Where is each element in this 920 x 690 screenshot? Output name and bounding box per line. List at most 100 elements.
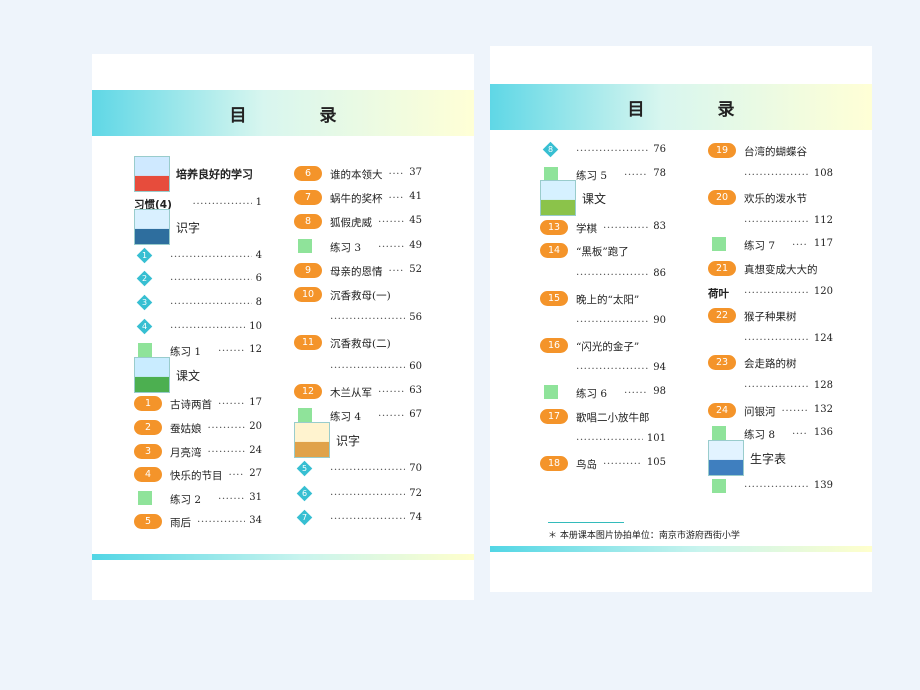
- toc-entry[interactable]: ·················· 128: [708, 377, 833, 397]
- page-number: 105: [646, 456, 666, 468]
- toc-entry-title: 台湾的蝴蝶谷: [744, 146, 807, 158]
- toc-entry[interactable]: 22 猴子种果树: [708, 306, 833, 326]
- leader-dots: ····················: [330, 512, 405, 525]
- page-number: 20: [249, 421, 262, 432]
- footnote-rule: [548, 522, 624, 523]
- toc-entry[interactable]: 5 雨后 ············· 34: [134, 512, 262, 532]
- toc-entry[interactable]: 练习 7 ···· 117: [708, 235, 833, 255]
- toc-entry[interactable]: 2 蚕姑娘 ·········· 20: [134, 418, 262, 438]
- toc-section-heading: 生字表: [750, 451, 787, 466]
- toc-entry-title: 木兰从军: [330, 386, 372, 399]
- toc-entry[interactable]: 8 狐假虎威 ······· 45: [294, 212, 422, 232]
- toc-section-heading: 课文: [176, 368, 201, 383]
- toc-entry[interactable]: 6 谁的本领大 ···· 37: [294, 164, 422, 184]
- literacy-diamond-badge: 3: [136, 294, 153, 311]
- toc-entry[interactable]: 21 真想变成大大的: [708, 259, 833, 279]
- literacy-number: 4: [141, 321, 148, 331]
- leader-dots: ·······: [781, 404, 809, 417]
- lesson-number-badge: 19: [708, 143, 736, 158]
- page-number: 70: [409, 463, 422, 475]
- literacy-number: 8: [547, 145, 554, 154]
- toc-entry[interactable]: 16 “闪光的金子”: [540, 336, 666, 356]
- toc-entry[interactable]: 17 歌唱二小放牛郎: [540, 407, 666, 427]
- toc-entry[interactable]: 10 沉香救母(一): [294, 285, 422, 305]
- toc-section-heading: 课文: [582, 192, 607, 207]
- toc-entry[interactable]: 20 欢乐的泼水节: [708, 188, 833, 208]
- lesson-number-badge: 15: [540, 290, 568, 306]
- leader-dots: ··················: [744, 333, 810, 346]
- toc-entry[interactable]: 荷叶 ·················· 120: [708, 283, 833, 303]
- toc-entry[interactable]: 3 ······················ 8: [134, 294, 262, 314]
- toc-entry[interactable]: 3 月亮湾 ·········· 24: [134, 442, 262, 462]
- toc-entry[interactable]: 9 母亲的恩情 ···· 52: [294, 261, 422, 281]
- lesson-number-badge: 16: [540, 337, 568, 353]
- toc-entry[interactable]: ·················· 139: [708, 477, 833, 497]
- leader-dots: ······················: [170, 298, 252, 310]
- toc-entry[interactable]: 6 ···················· 72: [294, 485, 422, 505]
- toc-entry[interactable]: ·················· 101: [540, 430, 666, 450]
- toc-entry[interactable]: 练习 6 ······ 98: [540, 383, 666, 403]
- toc-entry-title: 练习 6: [576, 388, 608, 400]
- toc-entry[interactable]: 4 ···················· 10: [134, 318, 262, 338]
- toc-entry[interactable]: 7 蜗牛的奖杯 ···· 41: [294, 188, 422, 208]
- toc-entry[interactable]: ·················· 124: [708, 330, 833, 350]
- leader-dots: ··················: [744, 168, 810, 181]
- toc-entry[interactable]: 练习 2 ······· 31: [134, 489, 262, 509]
- page-number: 112: [813, 214, 833, 226]
- toc-entry[interactable]: 24 问银河 ······· 132: [708, 401, 833, 421]
- toc-entry[interactable]: ···················· 60: [294, 358, 422, 378]
- toc-entry[interactable]: 12 木兰从军 ······· 63: [294, 382, 422, 402]
- leader-dots: ··················: [744, 286, 810, 299]
- toc-entry[interactable]: 4 快乐的节目 ···· 27: [134, 465, 262, 485]
- exercise-square-icon: [138, 343, 152, 358]
- toc-entry[interactable]: ···················· 94: [540, 359, 666, 379]
- toc-entry[interactable]: ···················· 56: [294, 309, 422, 329]
- leader-dots: ····················: [330, 464, 405, 477]
- toc-entry[interactable]: 1 ······················ 4: [134, 247, 262, 267]
- toc-entry[interactable]: 1 古诗两首 ······· 17: [134, 394, 262, 414]
- literacy-number: 6: [301, 488, 308, 498]
- toc-entry[interactable]: 8 ···················· 76: [540, 141, 666, 161]
- toc-entry-title: 练习 1: [170, 346, 202, 359]
- toc-entry[interactable]: ·················· 108: [708, 165, 833, 185]
- toc-entry[interactable]: 2 ······················ 6: [134, 270, 262, 290]
- exercise-square-icon: [712, 426, 726, 441]
- toc-entry[interactable]: 23 会走路的树: [708, 353, 833, 373]
- toc-entry[interactable]: 15 晚上的“太阳”: [540, 289, 666, 309]
- page-number: 76: [653, 144, 666, 155]
- page-number: 60: [409, 360, 422, 372]
- toc-entry[interactable]: 练习 3 ······· 49: [294, 237, 422, 257]
- right-page: 目 录 8 ···················· 76 练习 5 ······ 78 课…: [490, 46, 872, 592]
- leader-dots: ··········: [207, 445, 246, 458]
- lesson-number-badge: 14: [540, 243, 568, 259]
- toc-entry[interactable]: 5 ···················· 70: [294, 460, 422, 480]
- leader-dots: ····················: [576, 363, 649, 376]
- toc-entry[interactable]: 13 学棋 ············ 83: [540, 218, 666, 238]
- toc-entry[interactable]: 19 台湾的蝴蝶谷: [708, 141, 833, 161]
- toc-entry-title: 练习 3: [330, 241, 362, 254]
- leader-dots: ····: [388, 192, 404, 205]
- toc-entry[interactable]: ·················· 112: [708, 212, 833, 232]
- page-number: 12: [249, 344, 262, 356]
- toc-entry-title: 问银河: [744, 405, 776, 418]
- lesson-number-badge: 7: [294, 190, 322, 206]
- leader-dots: ····: [228, 469, 244, 482]
- leader-dots: ····················: [576, 145, 649, 157]
- page-number: 17: [249, 397, 262, 409]
- toc-entry[interactable]: 18 鸟岛 ·········· 105: [540, 454, 666, 474]
- leader-dots: ····················: [330, 313, 405, 326]
- literacy-number: 2: [141, 274, 148, 284]
- lesson-number-badge: 11: [294, 335, 322, 351]
- page-number: 98: [653, 386, 666, 397]
- toc-entry[interactable]: 11 沉香救母(二): [294, 333, 422, 353]
- toc-entry[interactable]: ···················· 86: [540, 265, 666, 285]
- leader-dots: ····················: [576, 316, 649, 329]
- toc-entry[interactable]: ···················· 90: [540, 312, 666, 332]
- left-page-title: 目 录: [229, 106, 365, 126]
- lesson-number-badge: 24: [708, 402, 736, 418]
- toc-entry[interactable]: 7 ···················· 74: [294, 509, 422, 529]
- page-number: 6: [255, 273, 262, 285]
- page-number: 67: [409, 409, 422, 420]
- toc-entry[interactable]: 14 “黑板”跑了: [540, 241, 666, 261]
- toc-entry-title: 狐假虎威: [330, 217, 372, 230]
